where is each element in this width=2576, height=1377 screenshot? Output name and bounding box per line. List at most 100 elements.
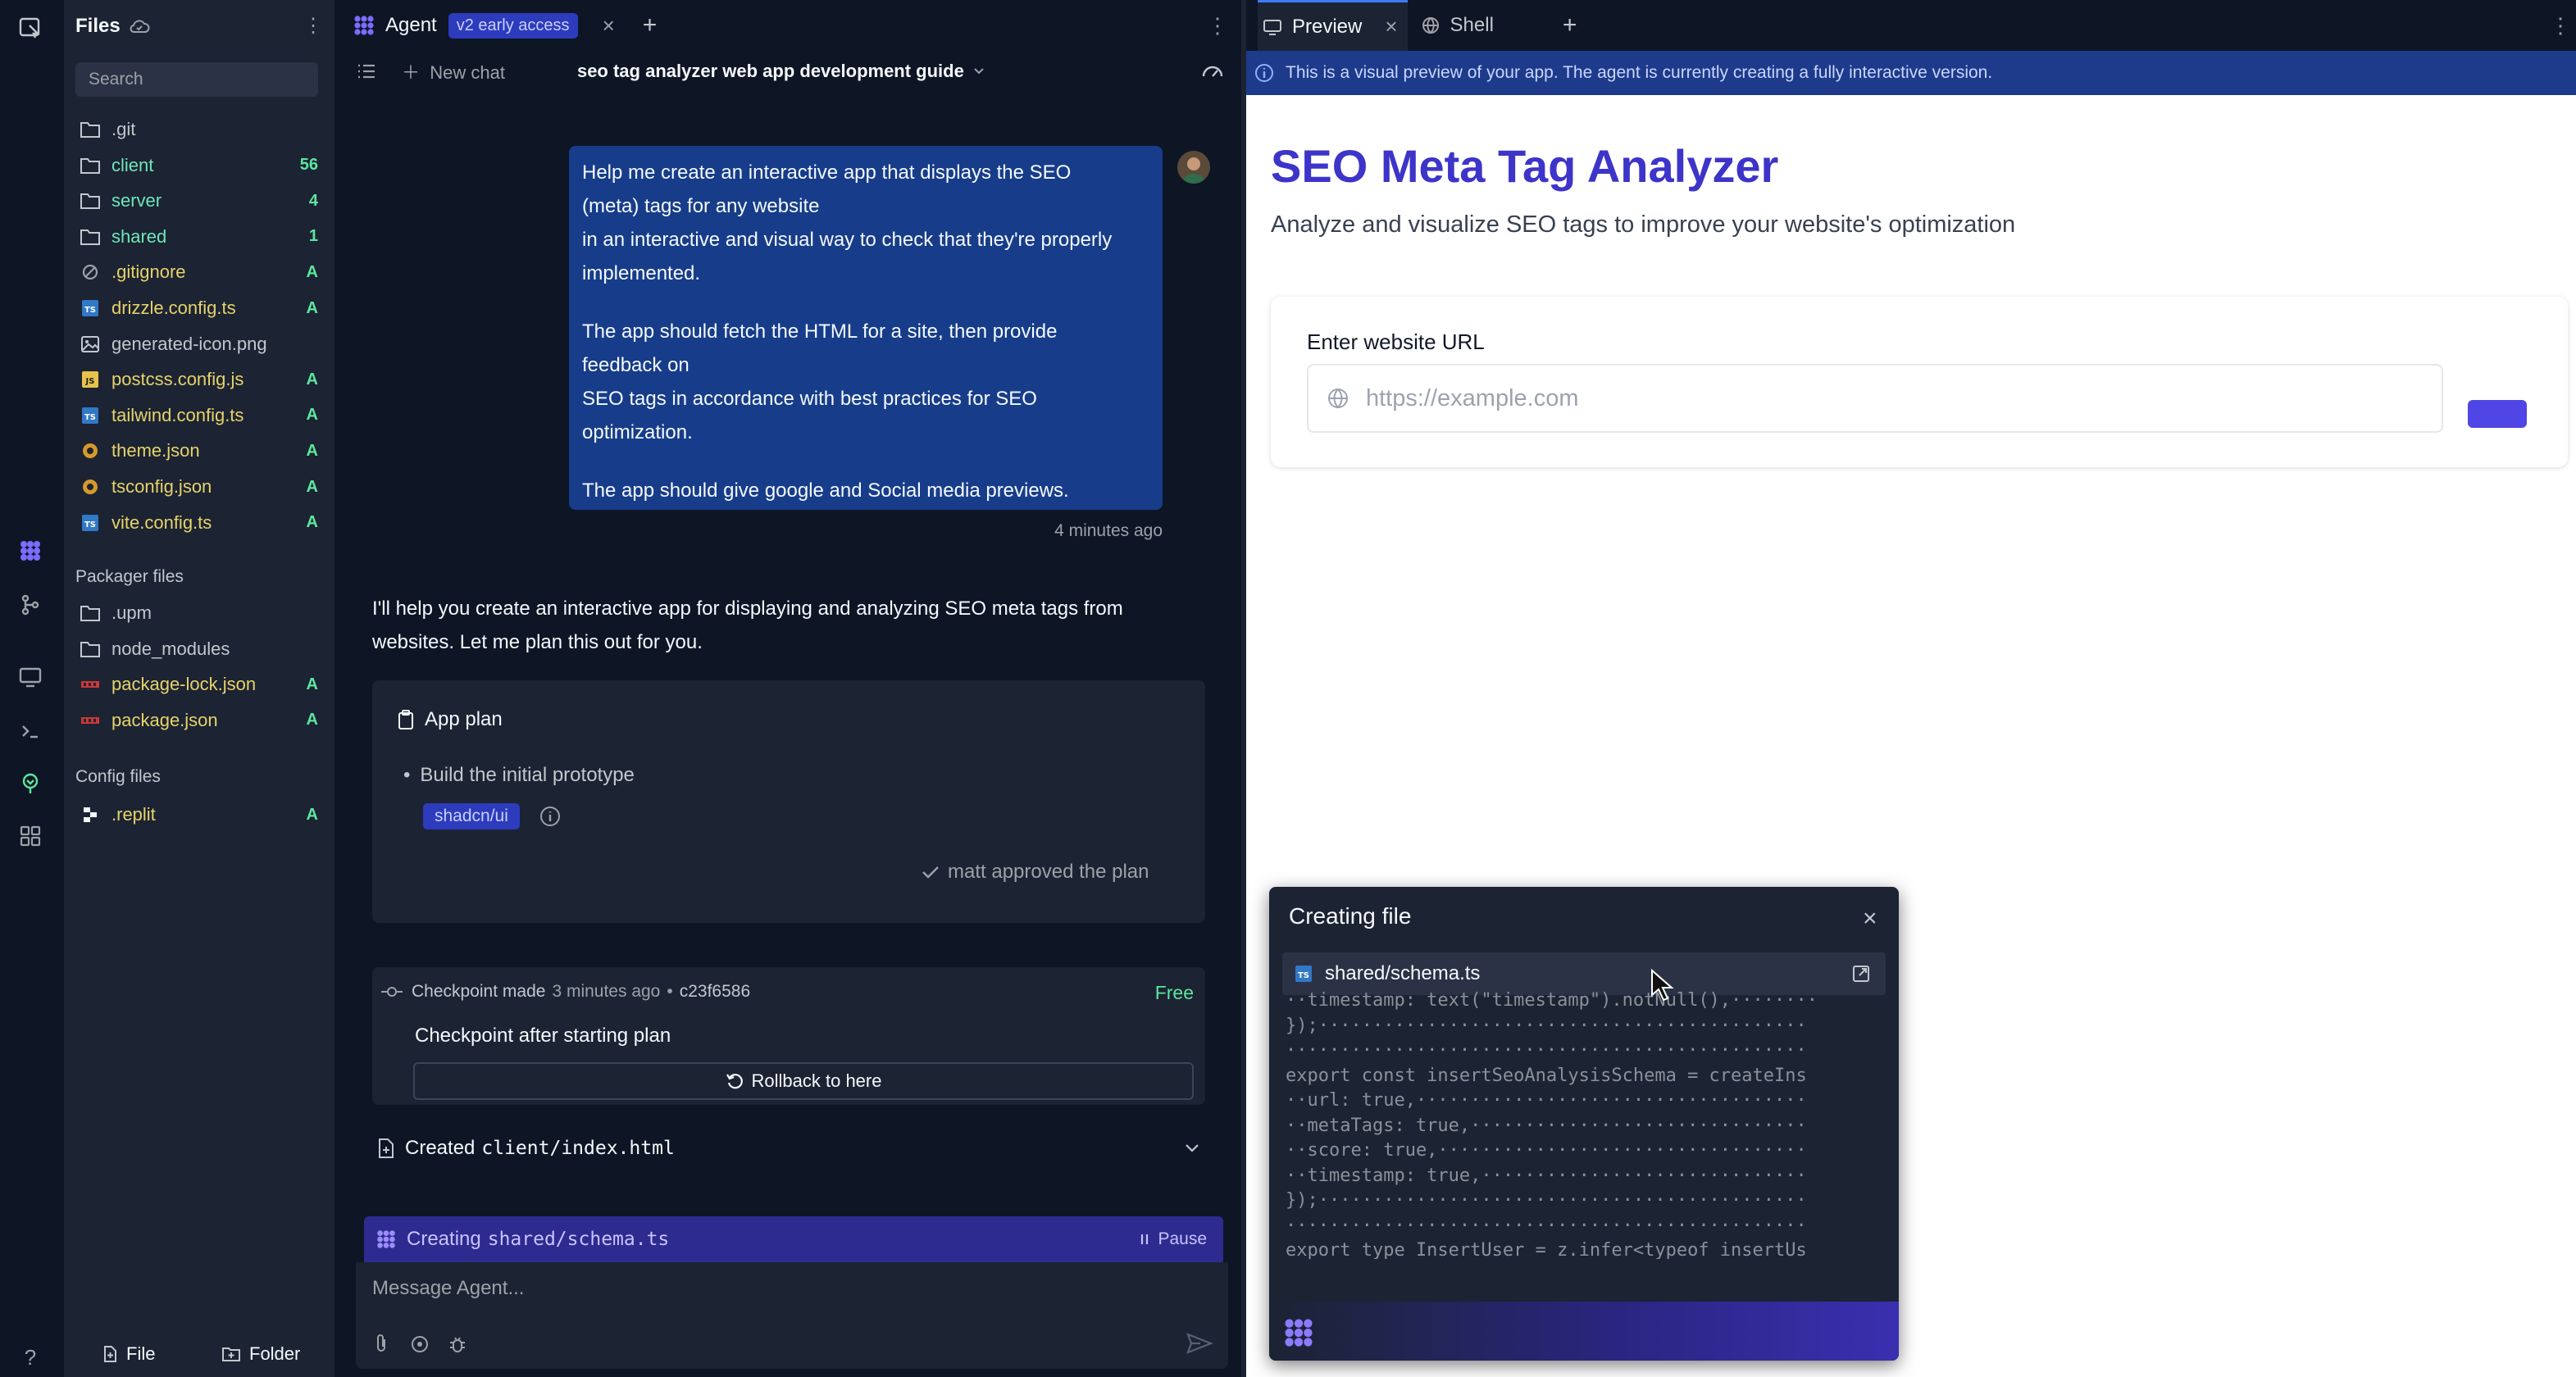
- file-item[interactable]: package-lock.json A: [75, 668, 326, 701]
- files-menu-icon[interactable]: ⋮: [303, 16, 323, 36]
- message-timestamp: 4 minutes ago: [1054, 521, 1163, 540]
- git-status-badge: A: [306, 513, 318, 532]
- new-tab-icon[interactable]: +: [1563, 11, 1577, 39]
- tab-preview-label: Preview: [1292, 15, 1363, 38]
- folder-icon: [79, 602, 102, 625]
- agent-tab[interactable]: Agent v2 early access × +: [353, 0, 657, 51]
- file-item[interactable]: package.json A: [75, 704, 326, 737]
- creating-path: shared/schema.ts: [487, 1229, 670, 1250]
- chat-title[interactable]: seo tag analyzer web app development gui…: [577, 61, 964, 82]
- file-item[interactable]: theme.json A: [75, 434, 326, 467]
- agent-panel: Agent v2 early access × + ⋮ ＋ New chat s…: [338, 0, 1241, 1377]
- file-item[interactable]: JS postcss.config.js A: [75, 363, 326, 396]
- popup-footer: [1269, 1302, 1899, 1361]
- shell-icon[interactable]: [14, 715, 47, 748]
- chevron-down-icon[interactable]: [1184, 1143, 1200, 1154]
- files-search-input[interactable]: Search: [75, 62, 318, 97]
- new-tab-icon[interactable]: +: [643, 11, 658, 39]
- file-name: .upm: [112, 602, 152, 623]
- folder-item[interactable]: shared 1: [75, 220, 326, 253]
- app-title: SEO Meta Tag Analyzer: [1271, 140, 1779, 192]
- avatar: [1177, 151, 1210, 184]
- chat-list-icon[interactable]: [356, 62, 377, 80]
- typescript-file-icon: TS: [79, 511, 102, 534]
- monitor-icon[interactable]: [14, 661, 47, 693]
- user-msg-line: The app should fetch the HTML for a site…: [582, 320, 1058, 343]
- analyze-button[interactable]: [2468, 400, 2527, 428]
- files-panel: Files ⋮ Search .git client 56 server 4 shared…: [66, 0, 335, 1377]
- pause-label: Pause: [1158, 1229, 1207, 1248]
- folder-item[interactable]: server 4: [75, 184, 326, 217]
- new-chat-label: New chat: [430, 62, 505, 83]
- agent-tool-icon[interactable]: [14, 534, 47, 567]
- plan-tags: shadcn/ui: [423, 803, 561, 829]
- checkpoint-title: Checkpoint after starting plan: [415, 1025, 671, 1047]
- bug-icon[interactable]: [448, 1334, 467, 1354]
- info-icon[interactable]: [539, 806, 561, 827]
- folder-item[interactable]: .upm: [75, 597, 326, 629]
- attach-icon[interactable]: [372, 1333, 390, 1354]
- file-name: node_modules: [112, 638, 230, 659]
- code-line: ········································…: [1286, 1040, 1807, 1061]
- undo-icon: [726, 1072, 744, 1090]
- file-name: .replit: [112, 804, 156, 825]
- message-input[interactable]: Message Agent...: [372, 1277, 524, 1300]
- shell-globe-icon: [1421, 16, 1440, 35]
- code-line: });·····································…: [1286, 1190, 1807, 1211]
- folder-item[interactable]: node_modules: [75, 633, 326, 666]
- url-input[interactable]: https://example.com: [1307, 364, 2443, 433]
- new-file-button[interactable]: File: [102, 1338, 155, 1370]
- separator-dot: •: [667, 982, 673, 1001]
- file-item[interactable]: .replit A: [75, 798, 326, 831]
- target-icon[interactable]: [410, 1334, 430, 1354]
- file-item[interactable]: .gitignore A: [75, 256, 326, 289]
- file-name: client: [112, 154, 154, 175]
- code-preview: ··timestamp: text("timestamp").notNull()…: [1286, 988, 1892, 1259]
- rollback-button[interactable]: Rollback to here: [413, 1062, 1194, 1100]
- open-file-icon[interactable]: [1851, 964, 1871, 984]
- close-tab-icon[interactable]: ×: [1385, 14, 1397, 39]
- git-status-badge: 4: [308, 191, 318, 210]
- deploy-icon[interactable]: [14, 767, 47, 800]
- app-plan-card: App plan • Build the initial prototype sh…: [372, 680, 1205, 923]
- user-msg-line: in an interactive and visual way to chec…: [582, 229, 1113, 251]
- folder-item[interactable]: .git: [75, 113, 326, 146]
- git-status-badge: A: [306, 675, 318, 693]
- folder-item[interactable]: client 56: [75, 149, 326, 182]
- close-popup-icon[interactable]: ×: [1863, 905, 1877, 933]
- agent-menu-icon[interactable]: ⋮: [1207, 13, 1228, 39]
- code-line: ··timestamp: true,······················…: [1286, 1165, 1807, 1186]
- packager-files-title: Packager files: [75, 567, 184, 586]
- file-item[interactable]: tsconfig.json A: [75, 470, 326, 503]
- pause-button[interactable]: Pause: [1140, 1229, 1207, 1249]
- file-name: theme.json: [112, 440, 200, 461]
- file-item[interactable]: TS vite.config.ts A: [75, 507, 326, 539]
- file-name: .gitignore: [112, 261, 186, 283]
- all-tools-icon[interactable]: [14, 820, 47, 852]
- created-file-row[interactable]: Created client/index.html: [377, 1134, 1205, 1162]
- file-item[interactable]: generated-icon.png: [75, 328, 326, 361]
- git-status-badge: 1: [308, 227, 318, 246]
- tab-shell[interactable]: Shell: [1421, 0, 1494, 51]
- created-label: Created: [405, 1137, 476, 1159]
- tab-preview[interactable]: Preview ×: [1258, 0, 1408, 51]
- preview-menu-icon[interactable]: ⋮: [2550, 13, 2571, 39]
- json-file-icon: [79, 475, 102, 498]
- message-box[interactable]: Message Agent...: [356, 1262, 1228, 1369]
- chevron-down-icon[interactable]: [972, 66, 985, 76]
- help-icon[interactable]: ?: [14, 1341, 47, 1374]
- file-item[interactable]: TS drizzle.config.ts A: [75, 292, 326, 325]
- git-branch-icon[interactable]: [14, 589, 47, 621]
- code-line: ··url: true,····························…: [1286, 1090, 1807, 1111]
- close-tab-icon[interactable]: ×: [603, 13, 615, 39]
- file-item[interactable]: TS tailwind.config.ts A: [75, 399, 326, 432]
- popup-filename: shared/schema.ts: [1325, 962, 1481, 984]
- files-tool-icon[interactable]: [14, 11, 47, 44]
- svg-text:TS: TS: [84, 306, 96, 315]
- new-chat-button[interactable]: ＋ New chat: [402, 58, 505, 84]
- git-status-badge: A: [306, 370, 318, 389]
- new-folder-button[interactable]: Folder: [221, 1338, 300, 1370]
- speed-gauge-icon[interactable]: [1200, 61, 1225, 81]
- user-msg-line: implemented.: [582, 262, 701, 284]
- send-icon[interactable]: [1186, 1331, 1213, 1356]
